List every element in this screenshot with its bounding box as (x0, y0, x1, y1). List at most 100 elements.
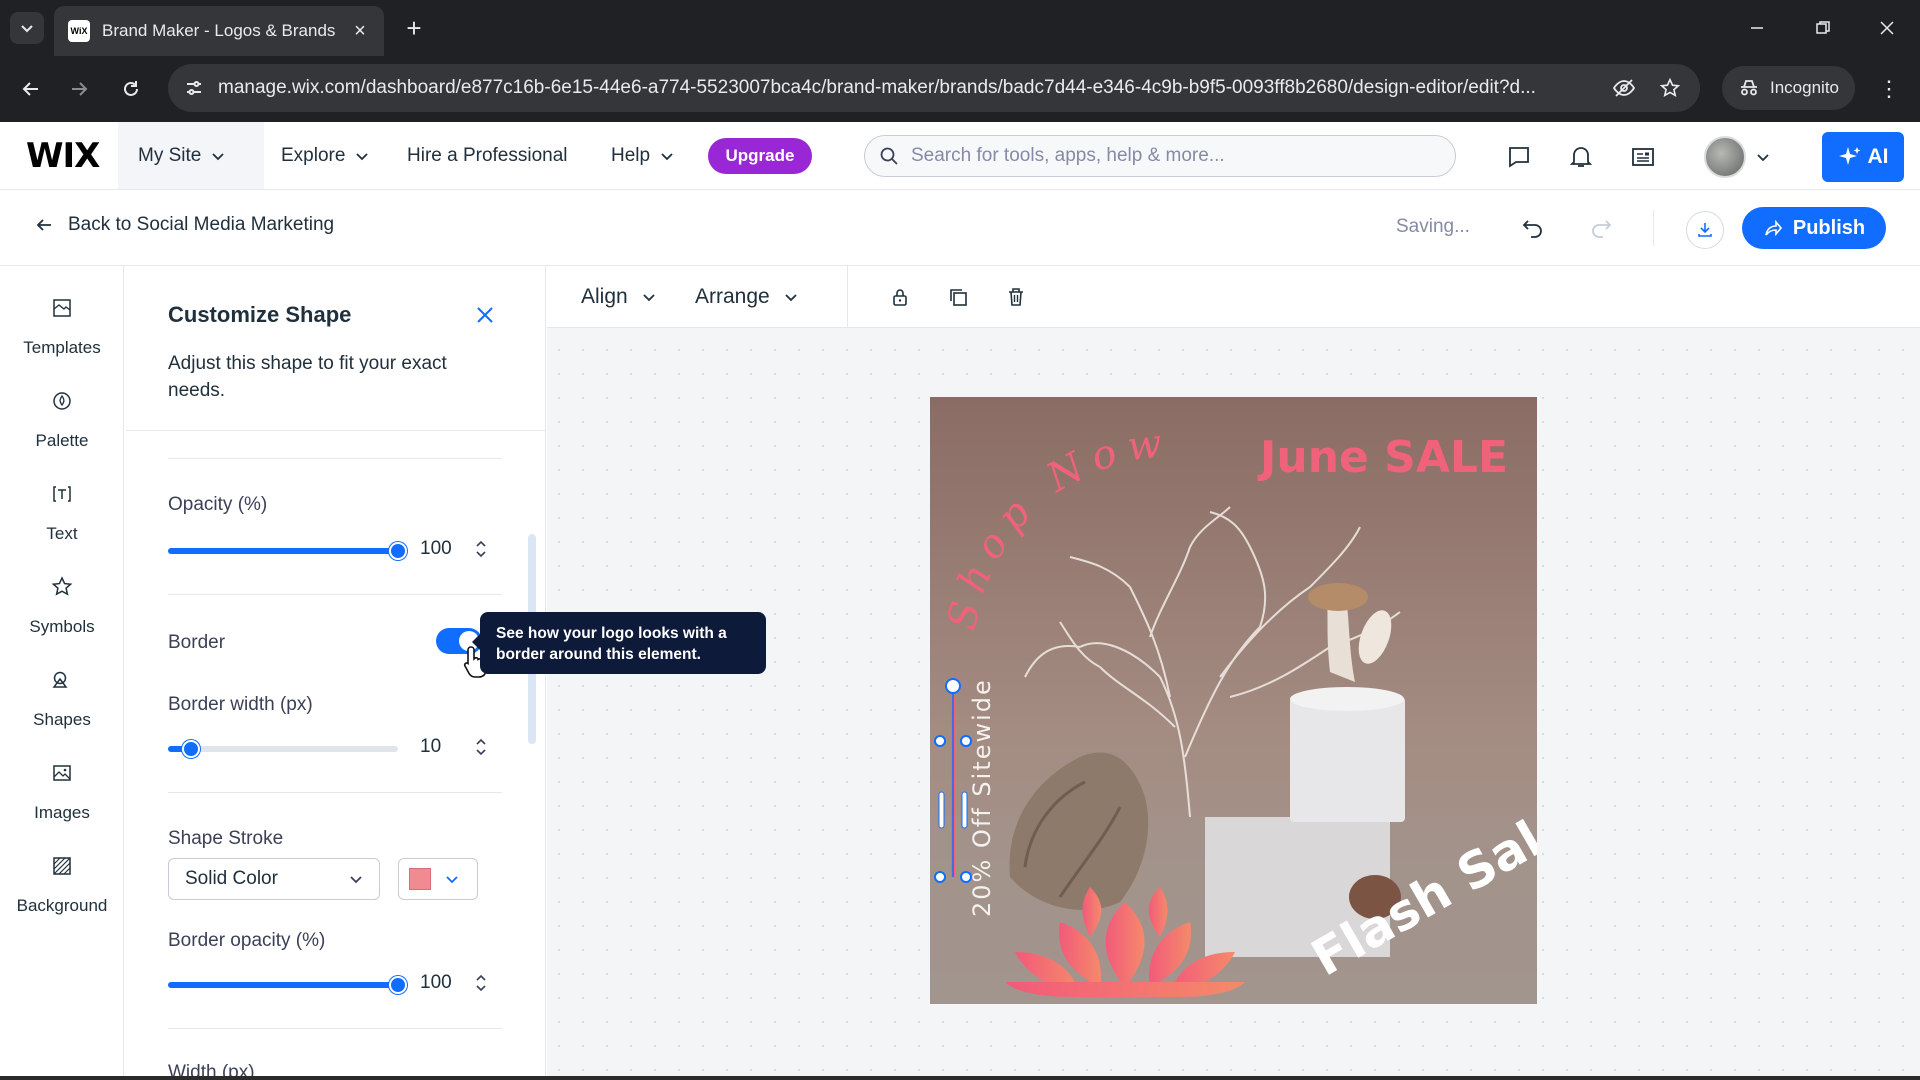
site-info-icon[interactable] (184, 78, 204, 98)
rail-label: Palette (35, 431, 89, 450)
close-icon (477, 307, 493, 323)
undo-icon[interactable] (1516, 211, 1550, 245)
rail-item-symbols[interactable]: Symbols (0, 567, 124, 659)
chevron-down-icon (446, 876, 458, 884)
nav-hire-professional[interactable]: Hire a Professional (407, 122, 568, 189)
subheader-divider (1653, 210, 1654, 246)
news-feed-icon[interactable] (1626, 140, 1660, 174)
minimize-icon (1751, 27, 1763, 29)
avatar[interactable] (1704, 136, 1746, 178)
nav-explore[interactable]: Explore (281, 122, 369, 189)
align-menu[interactable]: Align (581, 266, 656, 328)
field-divider (168, 1028, 502, 1029)
back-link-label: Back to Social Media Marketing (68, 214, 335, 235)
border-opacity-stepper[interactable] (472, 970, 490, 996)
rail-item-templates[interactable]: Templates (0, 288, 124, 380)
search-bar[interactable] (864, 135, 1456, 177)
logo-artboard[interactable]: June SALE Shop Now 20% Off Sitewide Flas… (930, 397, 1537, 1004)
redo-icon[interactable] (1584, 211, 1618, 245)
ai-label: AI (1867, 145, 1889, 168)
browser-tab[interactable]: WiX Brand Maker - Logos & Brands × (54, 6, 384, 56)
rail-item-background[interactable]: Background (0, 846, 124, 938)
site-selector[interactable]: My Site (118, 122, 264, 189)
rail-item-shapes[interactable]: Shapes (0, 660, 124, 752)
wix-logo[interactable]: WIX (26, 136, 100, 176)
back-button[interactable] (14, 72, 48, 106)
opacity-value[interactable]: 100 (420, 538, 460, 560)
rail-item-images[interactable]: Images (0, 753, 124, 845)
ai-assistant-button[interactable]: AI (1822, 132, 1904, 182)
border-opacity-value[interactable]: 100 (420, 972, 460, 994)
address-bar[interactable]: manage.wix.com/dashboard/e877c16b-6e15-4… (168, 64, 1700, 112)
rail-label: Symbols (29, 617, 95, 636)
opacity-slider[interactable] (168, 542, 407, 560)
incognito-label: Incognito (1770, 78, 1839, 97)
upgrade-button[interactable]: Upgrade (708, 138, 812, 174)
align-label: Align (581, 285, 628, 308)
border-label: Border (168, 632, 226, 653)
border-opacity-slider[interactable] (168, 976, 407, 994)
close-panel-button[interactable] (470, 300, 500, 330)
border-opacity-slider-fill (168, 982, 398, 988)
border-width-value[interactable]: 10 (420, 736, 460, 758)
cylinder-top (1290, 687, 1404, 711)
arrange-label: Arrange (695, 285, 770, 308)
rail-label: Images (34, 803, 90, 822)
arrange-menu[interactable]: Arrange (695, 266, 798, 328)
incognito-badge[interactable]: Incognito (1722, 66, 1855, 110)
messages-icon[interactable] (1502, 140, 1536, 174)
account-menu-chevron-icon[interactable] (1748, 140, 1778, 174)
trash-icon[interactable] (1001, 282, 1031, 312)
forward-button[interactable] (62, 72, 96, 106)
back-link[interactable]: Back to Social Media Marketing (34, 214, 334, 236)
arrow-left-icon (22, 82, 38, 96)
publish-button[interactable]: Publish (1742, 207, 1886, 249)
minimize-button[interactable] (1732, 10, 1782, 46)
search-input[interactable] (911, 145, 1455, 167)
nav-help[interactable]: Help (611, 122, 674, 189)
panel-description: Adjust this shape to fit your exact need… (168, 353, 447, 401)
nav-hire-label: Hire a Professional (407, 144, 568, 166)
lock-icon[interactable] (885, 282, 915, 312)
border-width-slider-thumb[interactable] (182, 740, 200, 758)
save-status: Saving... (1396, 216, 1470, 237)
tab-close-icon[interactable]: × (348, 20, 372, 43)
opacity-label: Opacity (%) (168, 494, 268, 515)
browser-menu-icon[interactable]: ⋮ (1872, 72, 1906, 106)
stepper-arrows-icon (476, 974, 486, 992)
download-icon[interactable] (1686, 211, 1724, 249)
shape-stroke-label: Shape Stroke (168, 828, 284, 849)
rail-label: Text (46, 524, 78, 543)
border-opacity-slider-thumb[interactable] (389, 976, 407, 994)
stroke-color-picker[interactable] (398, 858, 478, 900)
stroke-type-dropdown[interactable]: Solid Color (168, 858, 380, 900)
new-tab-button[interactable]: + (398, 12, 430, 44)
border-width-stepper[interactable] (472, 734, 490, 760)
opacity-stepper[interactable] (472, 536, 490, 562)
restore-button[interactable] (1798, 10, 1848, 46)
panel-title: Customize Shape (168, 302, 352, 327)
arrow-left-icon (36, 219, 51, 231)
notifications-bell-icon[interactable] (1564, 140, 1598, 174)
stroke-color-swatch (409, 868, 431, 890)
field-divider (168, 792, 502, 793)
publish-label: Publish (1792, 216, 1866, 239)
field-divider (168, 594, 502, 595)
headline-text: June SALE (1257, 432, 1508, 483)
eye-off-icon[interactable] (1608, 72, 1640, 104)
arrow-right-icon (72, 82, 88, 96)
chevron-down-icon (643, 294, 655, 302)
search-icon (880, 147, 898, 165)
opacity-slider-fill (168, 548, 398, 554)
wix-top-bar: WIX My Site Explore Hire a Professional … (0, 122, 1920, 190)
reload-button[interactable] (114, 72, 148, 106)
border-width-slider[interactable] (168, 740, 398, 758)
rail-item-text[interactable]: Text (0, 474, 124, 566)
bookmark-star-icon[interactable] (1654, 72, 1686, 104)
close-window-button[interactable] (1862, 10, 1912, 46)
duplicate-icon[interactable] (943, 282, 973, 312)
opacity-slider-thumb[interactable] (389, 542, 407, 560)
left-tool-rail: Templates Palette Text Symbols Shapes Im… (0, 266, 124, 1080)
tab-search-button[interactable] (10, 12, 44, 44)
rail-item-palette[interactable]: Palette (0, 381, 124, 473)
